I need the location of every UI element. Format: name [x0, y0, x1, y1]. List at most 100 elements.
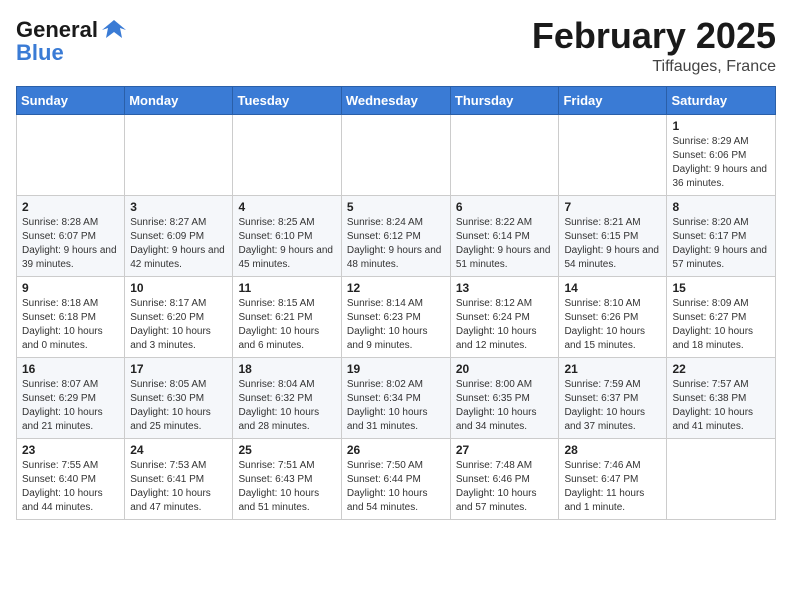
day-number: 22 [672, 362, 770, 376]
calendar-cell [233, 114, 341, 195]
calendar-cell [450, 114, 559, 195]
calendar-week-row: 23Sunrise: 7:55 AM Sunset: 6:40 PM Dayli… [17, 438, 776, 519]
weekday-header-thursday: Thursday [450, 86, 559, 114]
day-info: Sunrise: 8:12 AM Sunset: 6:24 PM Dayligh… [456, 297, 554, 353]
calendar-cell: 23Sunrise: 7:55 AM Sunset: 6:40 PM Dayli… [17, 438, 125, 519]
day-number: 1 [672, 119, 770, 133]
calendar-cell: 1 Sunrise: 8:29 AM Sunset: 6:06 PM Daylig… [667, 114, 776, 195]
day-info: Sunrise: 8:10 AM Sunset: 6:26 PM Dayligh… [564, 297, 661, 353]
day-number: 26 [347, 443, 445, 457]
day-info: Sunrise: 7:51 AM Sunset: 6:43 PM Dayligh… [238, 459, 335, 515]
calendar-week-row: 9Sunrise: 8:18 AM Sunset: 6:18 PM Daylig… [17, 276, 776, 357]
title-block: February 2025 Tiffauges, France [532, 16, 776, 76]
calendar-cell: 21 Sunrise: 7:59 AM Sunset: 6:37 PM Dayli… [559, 357, 667, 438]
day-number: 23 [22, 443, 119, 457]
calendar-cell: 12 Sunrise: 8:14 AM Sunset: 6:23 PM Dayli… [341, 276, 450, 357]
day-number: 9 [22, 281, 119, 295]
day-number: 27 [456, 443, 554, 457]
day-info: Sunrise: 7:50 AM Sunset: 6:44 PM Dayligh… [347, 459, 445, 515]
calendar-cell [667, 438, 776, 519]
calendar-cell: 7 Sunrise: 8:21 AM Sunset: 6:15 PM Daylig… [559, 195, 667, 276]
day-info: Sunrise: 8:28 AM Sunset: 6:07 PM Dayligh… [22, 216, 119, 272]
day-info: Sunrise: 7:46 AM Sunset: 6:47 PM Dayligh… [564, 459, 661, 515]
calendar-cell: 11Sunrise: 8:15 AM Sunset: 6:21 PM Dayli… [233, 276, 341, 357]
calendar-cell [125, 114, 233, 195]
day-number: 15 [672, 281, 770, 295]
calendar-cell: 19 Sunrise: 8:02 AM Sunset: 6:34 PM Dayli… [341, 357, 450, 438]
weekday-header-saturday: Saturday [667, 86, 776, 114]
day-number: 2 [22, 200, 119, 214]
day-info: Sunrise: 8:04 AM Sunset: 6:32 PM Dayligh… [238, 378, 335, 434]
calendar-cell: 28Sunrise: 7:46 AM Sunset: 6:47 PM Dayli… [559, 438, 667, 519]
calendar-cell: 3Sunrise: 8:27 AM Sunset: 6:09 PM Daylig… [125, 195, 233, 276]
calendar-cell: 20 Sunrise: 8:00 AM Sunset: 6:35 PM Dayli… [450, 357, 559, 438]
calendar-cell: 13 Sunrise: 8:12 AM Sunset: 6:24 PM Dayli… [450, 276, 559, 357]
day-info: Sunrise: 8:17 AM Sunset: 6:20 PM Dayligh… [130, 297, 227, 353]
day-number: 13 [456, 281, 554, 295]
calendar-cell: 26 Sunrise: 7:50 AM Sunset: 6:44 PM Dayli… [341, 438, 450, 519]
day-info: Sunrise: 8:00 AM Sunset: 6:35 PM Dayligh… [456, 378, 554, 434]
day-number: 16 [22, 362, 119, 376]
day-number: 12 [347, 281, 445, 295]
day-info: Sunrise: 8:25 AM Sunset: 6:10 PM Dayligh… [238, 216, 335, 272]
calendar-cell: 5 Sunrise: 8:24 AM Sunset: 6:12 PM Daylig… [341, 195, 450, 276]
logo: General Blue [16, 16, 128, 66]
day-number: 10 [130, 281, 227, 295]
weekday-header-tuesday: Tuesday [233, 86, 341, 114]
day-info: Sunrise: 8:05 AM Sunset: 6:30 PM Dayligh… [130, 378, 227, 434]
calendar-cell: 9Sunrise: 8:18 AM Sunset: 6:18 PM Daylig… [17, 276, 125, 357]
day-info: Sunrise: 8:21 AM Sunset: 6:15 PM Dayligh… [564, 216, 661, 272]
calendar-week-row: 2 Sunrise: 8:28 AM Sunset: 6:07 PM Daylig… [17, 195, 776, 276]
day-number: 21 [564, 362, 661, 376]
calendar-table: SundayMondayTuesdayWednesdayThursdayFrid… [16, 86, 776, 520]
calendar-cell: 10 Sunrise: 8:17 AM Sunset: 6:20 PM Dayli… [125, 276, 233, 357]
calendar-cell: 4 Sunrise: 8:25 AM Sunset: 6:10 PM Daylig… [233, 195, 341, 276]
calendar-cell: 22 Sunrise: 7:57 AM Sunset: 6:38 PM Dayli… [667, 357, 776, 438]
calendar-cell: 27 Sunrise: 7:48 AM Sunset: 6:46 PM Dayli… [450, 438, 559, 519]
weekday-header-wednesday: Wednesday [341, 86, 450, 114]
calendar-cell [559, 114, 667, 195]
day-info: Sunrise: 7:48 AM Sunset: 6:46 PM Dayligh… [456, 459, 554, 515]
calendar-week-row: 16 Sunrise: 8:07 AM Sunset: 6:29 PM Dayli… [17, 357, 776, 438]
weekday-header-row: SundayMondayTuesdayWednesdayThursdayFrid… [17, 86, 776, 114]
calendar-week-row: 1 Sunrise: 8:29 AM Sunset: 6:06 PM Daylig… [17, 114, 776, 195]
day-info: Sunrise: 7:57 AM Sunset: 6:38 PM Dayligh… [672, 378, 770, 434]
calendar-cell [341, 114, 450, 195]
day-info: Sunrise: 8:22 AM Sunset: 6:14 PM Dayligh… [456, 216, 554, 272]
logo-bird-icon [100, 16, 128, 44]
day-number: 17 [130, 362, 227, 376]
calendar-cell: 18 Sunrise: 8:04 AM Sunset: 6:32 PM Dayli… [233, 357, 341, 438]
day-number: 7 [564, 200, 661, 214]
calendar-cell: 15 Sunrise: 8:09 AM Sunset: 6:27 PM Dayli… [667, 276, 776, 357]
day-number: 8 [672, 200, 770, 214]
day-number: 19 [347, 362, 445, 376]
day-number: 24 [130, 443, 227, 457]
weekday-header-monday: Monday [125, 86, 233, 114]
day-info: Sunrise: 8:14 AM Sunset: 6:23 PM Dayligh… [347, 297, 445, 353]
calendar-cell [17, 114, 125, 195]
day-info: Sunrise: 8:24 AM Sunset: 6:12 PM Dayligh… [347, 216, 445, 272]
day-info: Sunrise: 8:07 AM Sunset: 6:29 PM Dayligh… [22, 378, 119, 434]
day-info: Sunrise: 8:09 AM Sunset: 6:27 PM Dayligh… [672, 297, 770, 353]
day-number: 18 [238, 362, 335, 376]
day-number: 5 [347, 200, 445, 214]
calendar-cell: 8 Sunrise: 8:20 AM Sunset: 6:17 PM Daylig… [667, 195, 776, 276]
day-info: Sunrise: 8:20 AM Sunset: 6:17 PM Dayligh… [672, 216, 770, 272]
calendar-cell: 6 Sunrise: 8:22 AM Sunset: 6:14 PM Daylig… [450, 195, 559, 276]
day-number: 3 [130, 200, 227, 214]
day-number: 4 [238, 200, 335, 214]
day-info: Sunrise: 8:02 AM Sunset: 6:34 PM Dayligh… [347, 378, 445, 434]
calendar-cell: 16 Sunrise: 8:07 AM Sunset: 6:29 PM Dayli… [17, 357, 125, 438]
day-info: Sunrise: 8:29 AM Sunset: 6:06 PM Dayligh… [672, 135, 770, 191]
day-number: 25 [238, 443, 335, 457]
weekday-header-friday: Friday [559, 86, 667, 114]
day-number: 20 [456, 362, 554, 376]
weekday-header-sunday: Sunday [17, 86, 125, 114]
day-info: Sunrise: 7:53 AM Sunset: 6:41 PM Dayligh… [130, 459, 227, 515]
day-info: Sunrise: 7:59 AM Sunset: 6:37 PM Dayligh… [564, 378, 661, 434]
calendar-cell: 17 Sunrise: 8:05 AM Sunset: 6:30 PM Dayli… [125, 357, 233, 438]
calendar-cell: 2 Sunrise: 8:28 AM Sunset: 6:07 PM Daylig… [17, 195, 125, 276]
calendar-cell: 25 Sunrise: 7:51 AM Sunset: 6:43 PM Dayli… [233, 438, 341, 519]
calendar-cell: 14Sunrise: 8:10 AM Sunset: 6:26 PM Dayli… [559, 276, 667, 357]
day-number: 6 [456, 200, 554, 214]
